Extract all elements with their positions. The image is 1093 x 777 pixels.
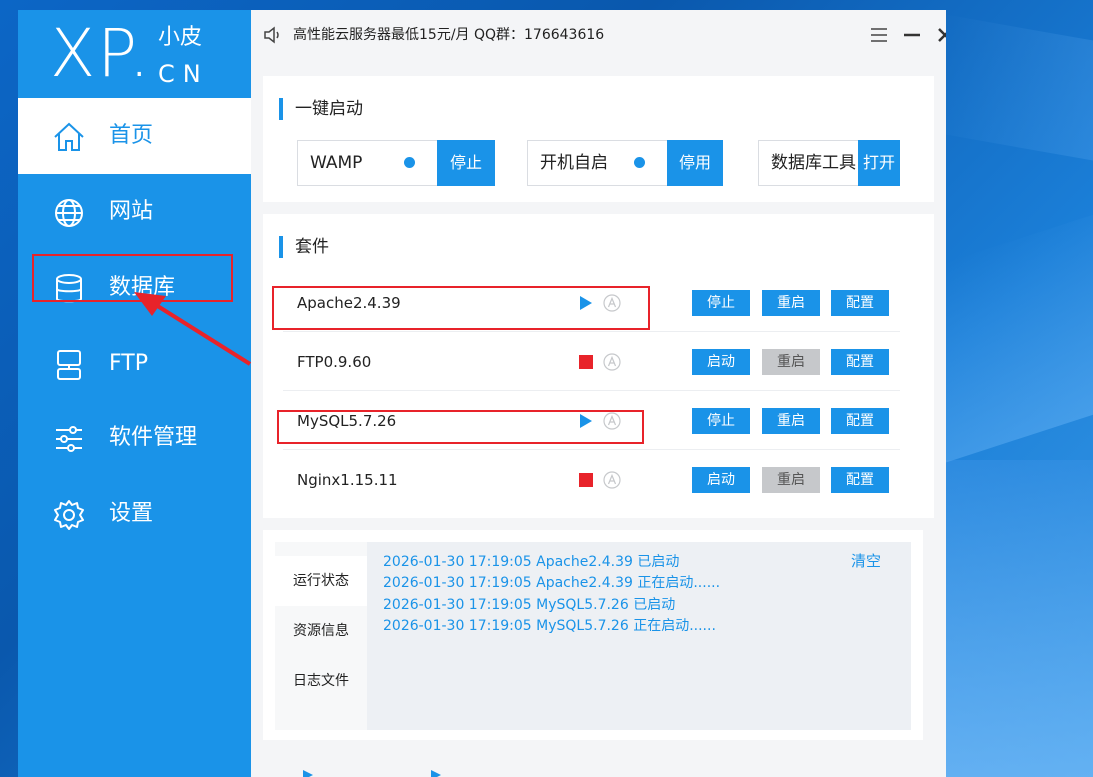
- apache-stop-button[interactable]: 停止: [692, 290, 750, 316]
- nginx-config-button[interactable]: 配置: [831, 467, 889, 493]
- auto-start-icon[interactable]: [603, 471, 621, 489]
- sidebar-item-label: 网站: [109, 199, 154, 224]
- status-dot: [634, 157, 645, 168]
- sidebar: XP. 小皮 CN 首页 网站 数据库 FTP 软件管理 设置: [18, 10, 251, 777]
- close-icon[interactable]: [935, 25, 946, 45]
- auto-start-icon[interactable]: [603, 294, 621, 312]
- suite-row-mysql: MySQL5.7.26 停止 重启 配置: [283, 392, 900, 450]
- wamp-stop-button[interactable]: 停止: [437, 140, 495, 186]
- status-footer: [251, 762, 946, 777]
- globe-icon: [55, 199, 83, 227]
- sidebar-item-home[interactable]: 首页: [18, 98, 251, 174]
- quick-start-label: 开机自启: [540, 153, 608, 173]
- speaker-icon: [264, 26, 279, 44]
- sidebar-item-settings[interactable]: 设置: [18, 476, 251, 552]
- ftp-start-button[interactable]: 启动: [692, 349, 750, 375]
- quick-start-autostart: 开机自启 停用: [527, 140, 723, 186]
- suite-name: FTP0.9.60: [297, 353, 372, 371]
- app-logo: XP. 小皮 CN: [18, 10, 251, 98]
- title-bar: 高性能云服务器最低15元/月 QQ群：176643616: [251, 10, 946, 60]
- quick-start-label: WAMP: [310, 153, 363, 173]
- log-tabs: 运行状态 资源信息 日志文件: [275, 542, 367, 730]
- annotation-arrow: [134, 292, 252, 366]
- suite-name: MySQL5.7.26: [297, 412, 397, 430]
- home-icon: [54, 122, 84, 151]
- sidebar-item-website[interactable]: 网站: [18, 174, 251, 250]
- ftp-restart-button[interactable]: 重启: [762, 349, 820, 375]
- mysql-restart-button[interactable]: 重启: [762, 408, 820, 434]
- database-icon: [56, 274, 82, 303]
- apache-config-button[interactable]: 配置: [831, 290, 889, 316]
- log-content[interactable]: 2026-01-30 17:19:05 Apache2.4.39 已启动 202…: [367, 542, 911, 730]
- sidebar-item-label: 设置: [109, 501, 154, 526]
- suite-row-ftp: FTP0.9.60 启动 重启 配置: [283, 333, 900, 391]
- section-title: 套件: [279, 236, 329, 258]
- running-icon: [431, 770, 441, 777]
- suite-row-nginx: Nginx1.15.11 启动 重启 配置: [283, 451, 900, 509]
- stopped-icon: [579, 473, 593, 487]
- app-window: XP. 小皮 CN 首页 网站 数据库 FTP 软件管理 设置 高性能云服务器最…: [18, 10, 946, 777]
- suite-name: Nginx1.15.11: [297, 471, 398, 489]
- wallpaper-light-ray: [946, 197, 1093, 463]
- minimize-icon[interactable]: [902, 25, 922, 45]
- ftp-icon: [57, 350, 81, 380]
- mysql-config-button[interactable]: 配置: [831, 408, 889, 434]
- tab-run-status[interactable]: 运行状态: [275, 556, 367, 606]
- tab-log-files[interactable]: 日志文件: [275, 656, 367, 706]
- sidebar-item-label: 软件管理: [109, 425, 198, 450]
- autostart-disable-button[interactable]: 停用: [667, 140, 723, 186]
- running-icon: [580, 296, 592, 310]
- log-line: 2026-01-30 17:19:05 MySQL5.7.26 已启动: [383, 597, 676, 613]
- suite-row-apache: Apache2.4.39 停止 重启 配置: [283, 274, 900, 332]
- auto-start-icon[interactable]: [603, 412, 621, 430]
- status-dot: [404, 157, 415, 168]
- logo-small-text: 小皮: [158, 25, 203, 50]
- suite-name: Apache2.4.39: [297, 294, 401, 312]
- menu-icon[interactable]: [869, 25, 889, 45]
- log-line: 2026-01-30 17:19:05 Apache2.4.39 正在启动...…: [383, 575, 721, 591]
- nginx-restart-button[interactable]: 重启: [762, 467, 820, 493]
- mysql-stop-button[interactable]: 停止: [692, 408, 750, 434]
- running-icon: [580, 414, 592, 428]
- log-line: 2026-01-30 17:19:05 Apache2.4.39 已启动: [383, 554, 680, 570]
- gear-icon: [54, 500, 84, 530]
- db-tool-open-button[interactable]: 打开: [858, 140, 900, 186]
- sidebar-item-label: 首页: [109, 123, 154, 148]
- wallpaper-light-ray: [946, 460, 1093, 777]
- quick-start-card: 一键启动 WAMP 停止 开机自启 停用 数据库工具 打开: [263, 76, 934, 202]
- nginx-start-button[interactable]: 启动: [692, 467, 750, 493]
- log-panel: 运行状态 资源信息 日志文件 2026-01-30 17:19:05 Apach…: [263, 530, 923, 740]
- clear-log-button[interactable]: 清空: [851, 550, 881, 571]
- sliders-icon: [56, 426, 82, 452]
- suite-card: 套件 Apache2.4.39 停止 重启 配置 FTP0.9.60 启动 重启…: [263, 214, 934, 518]
- wallpaper-light-ray: [940, 13, 1093, 187]
- stopped-icon: [579, 355, 593, 369]
- section-title: 一键启动: [279, 98, 363, 120]
- running-icon: [303, 770, 313, 777]
- ftp-config-button[interactable]: 配置: [831, 349, 889, 375]
- notice-text[interactable]: 高性能云服务器最低15元/月 QQ群：176643616: [293, 10, 604, 60]
- logo-main-text: XP.: [50, 15, 152, 92]
- auto-start-icon[interactable]: [603, 353, 621, 371]
- log-line: 2026-01-30 17:19:05 MySQL5.7.26 正在启动....…: [383, 618, 716, 634]
- quick-start-wamp: WAMP 停止: [297, 140, 495, 186]
- tab-resource-info[interactable]: 资源信息: [275, 606, 367, 656]
- quick-start-db-tool: 数据库工具 打开: [758, 140, 900, 186]
- quick-start-label: 数据库工具: [771, 153, 856, 173]
- sidebar-item-software[interactable]: 软件管理: [18, 400, 251, 476]
- logo-cn-text: CN: [158, 60, 209, 88]
- apache-restart-button[interactable]: 重启: [762, 290, 820, 316]
